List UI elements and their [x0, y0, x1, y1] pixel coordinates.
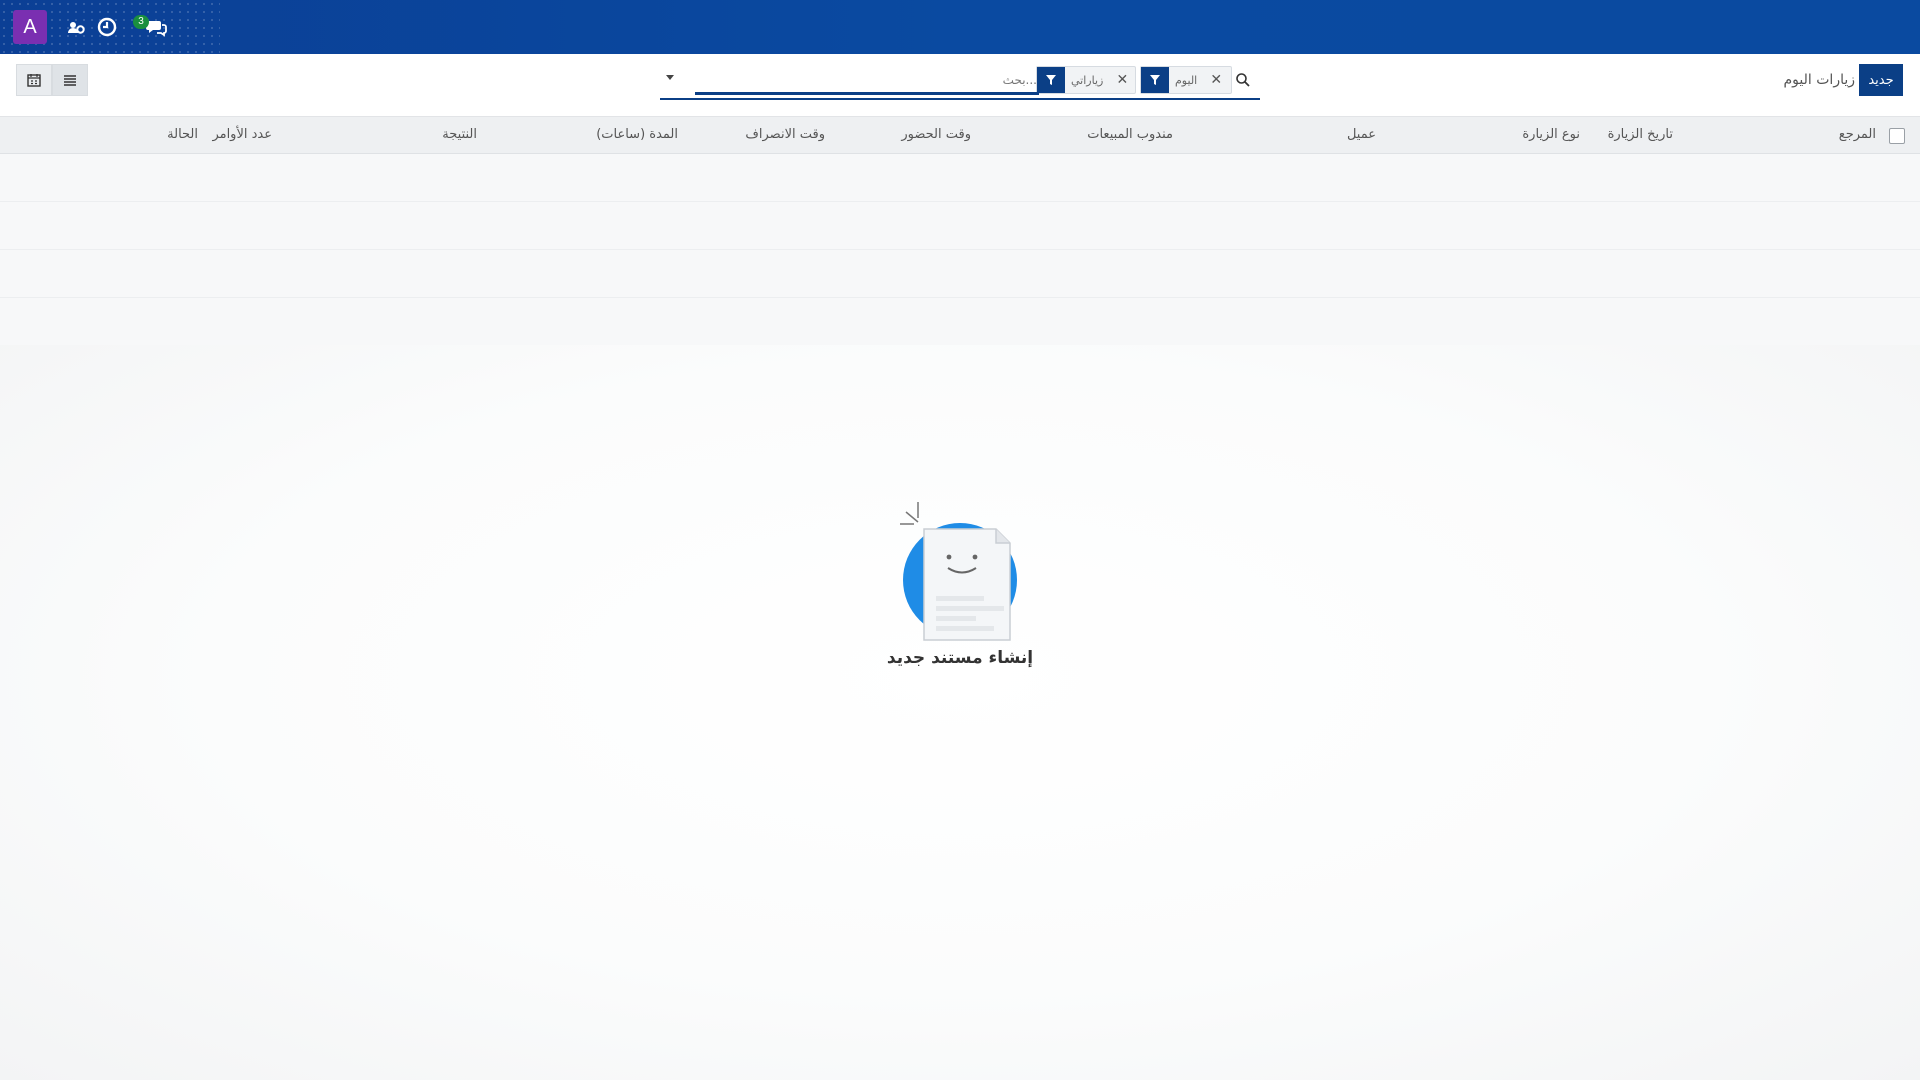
messages-badge: 3 [133, 15, 149, 29]
empty-state-area [0, 345, 1920, 1080]
facet-label: زياراتي [1071, 73, 1104, 87]
column-check-in[interactable]: وقت الحضور [901, 127, 971, 142]
table-row [0, 298, 1920, 346]
empty-document-icon [900, 502, 1017, 641]
facet-label: اليوم [1175, 73, 1198, 87]
column-salesperson[interactable]: مندوب المبيعات [1087, 127, 1173, 142]
column-customer[interactable]: عميل [1347, 127, 1376, 142]
filter-icon [1141, 67, 1169, 93]
column-orders-count[interactable]: عدد الأوامر [212, 127, 272, 142]
select-all-checkbox[interactable] [1889, 128, 1905, 144]
column-duration[interactable]: المدة (ساعات) [596, 127, 678, 142]
clock-icon[interactable] [96, 16, 118, 38]
table-row [0, 202, 1920, 250]
search-input[interactable] [695, 68, 1039, 95]
new-button[interactable]: جديد [1859, 64, 1903, 96]
filter-icon [1037, 67, 1065, 93]
column-result[interactable]: النتيجة [442, 127, 477, 142]
empty-state-title: إنشاء مستند جديد [886, 648, 1034, 668]
table-row [0, 250, 1920, 298]
facet-my-visits[interactable]: زياراتي ✕ [1036, 66, 1136, 94]
user-avatar[interactable]: A [13, 10, 47, 44]
top-navbar: A 3 [0, 0, 1920, 54]
search-icon[interactable] [1235, 72, 1251, 88]
column-visit-date[interactable]: تاريخ الزيارة [1608, 127, 1673, 142]
control-panel: جديد زيارات اليوم اليوم ✕ زياراتي ✕ [0, 54, 1920, 117]
calendar-icon [27, 74, 41, 87]
column-status[interactable]: الحالة [167, 127, 198, 142]
close-icon[interactable]: ✕ [1205, 67, 1227, 93]
column-ref[interactable]: المرجع [1839, 127, 1876, 142]
table-row [0, 154, 1920, 202]
calendar-view-button[interactable] [16, 64, 52, 96]
breadcrumb: زيارات اليوم [1783, 72, 1855, 88]
column-check-out[interactable]: وقت الانصراف [745, 127, 825, 142]
caret-down-icon[interactable] [665, 74, 675, 82]
facet-today[interactable]: اليوم ✕ [1140, 66, 1232, 94]
table-header: المرجع تاريخ الزيارة نوع الزيارة عميل من… [0, 117, 1920, 154]
users-cog-icon[interactable] [65, 16, 87, 38]
list-icon [64, 75, 76, 86]
view-switcher [16, 64, 88, 96]
close-icon[interactable]: ✕ [1111, 67, 1133, 93]
column-visit-type[interactable]: نوع الزيارة [1522, 127, 1580, 142]
list-view-button[interactable] [52, 64, 88, 96]
search-bar: اليوم ✕ زياراتي ✕ [660, 62, 1260, 100]
